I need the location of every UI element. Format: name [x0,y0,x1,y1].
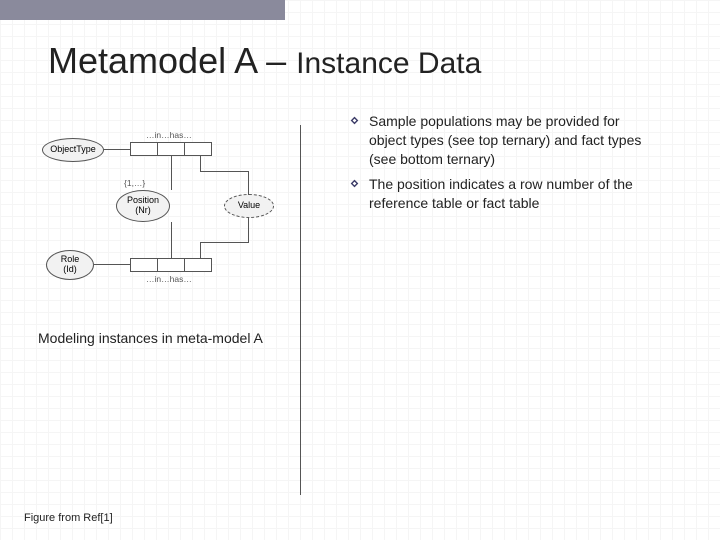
ternary-cell [157,258,185,272]
diagram-edge [94,264,130,265]
diagram-edge [248,171,249,195]
role-sub-label: (Id) [63,265,77,275]
ternary-cell [157,142,185,156]
bullet-item: Sample populations may be provided for o… [350,112,650,169]
bottom-ternary [130,258,212,272]
ternary-cell [184,142,212,156]
object-type-label: ObjectType [50,145,96,155]
in-has-top-label: …in…has… [146,130,192,140]
object-type-node: ObjectType [42,138,104,162]
role-node: Role (Id) [46,250,94,280]
ternary-cell [184,258,212,272]
top-ternary [130,142,212,156]
diagram-edge [104,149,130,150]
diagram-edge [248,218,249,243]
diagram-column: …in…has… …in…has… ObjectType Position (N… [0,112,300,346]
diagram-edge [200,171,248,172]
bullet-item: The position indicates a row number of t… [350,175,650,213]
constraint-label: {1,…} [124,178,145,188]
title-main: Metamodel A – [48,40,296,81]
diagram-edge [171,156,172,190]
bullet-text: The position indicates a row number of t… [369,175,650,213]
title-sub: Instance Data [296,47,481,80]
diamond-bullet-icon [350,179,359,188]
diagram-edge [171,222,172,258]
ternary-cell [130,142,158,156]
diamond-bullet-icon [350,116,359,125]
metamodel-diagram: …in…has… …in…has… ObjectType Position (N… [38,112,288,312]
ternary-cell [130,258,158,272]
slide-title: Metamodel A – Instance Data [0,40,720,82]
in-has-bottom-label: …in…has… [146,274,192,284]
diagram-edge [200,242,201,258]
header-accent-bar [0,0,285,20]
figure-reference: Figure from Ref[1] [24,512,113,524]
value-node: Value [224,194,274,218]
column-divider [300,125,301,495]
diagram-edge [200,156,201,171]
bullet-text: Sample populations may be provided for o… [369,112,650,169]
position-node: Position (Nr) [116,190,170,222]
diagram-edge [200,242,248,243]
text-column: Sample populations may be provided for o… [300,112,680,218]
position-sub-label: (Nr) [135,206,151,216]
value-label: Value [238,201,260,211]
diagram-caption: Modeling instances in meta-model A [38,330,300,346]
